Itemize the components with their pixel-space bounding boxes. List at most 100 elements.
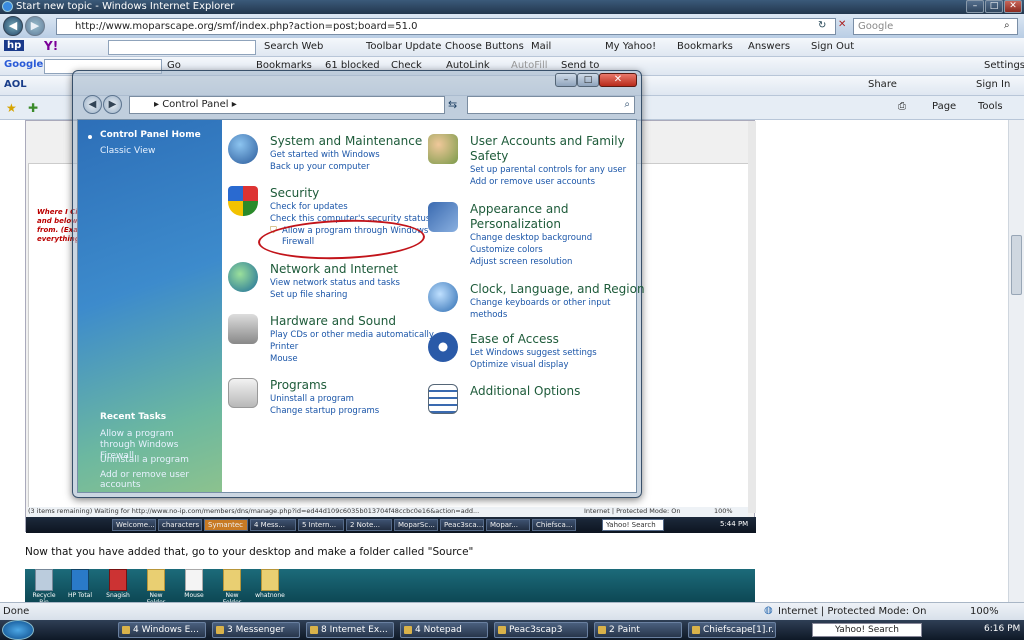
yahoo-search-input[interactable]	[108, 40, 256, 55]
cp-refresh-icon[interactable]: ⇆	[448, 98, 457, 111]
cat-link[interactable]: Change keyboards or other input	[470, 298, 610, 308]
cp-minimize-button[interactable]: –	[555, 73, 577, 87]
taskbar: 4 Windows E... 3 Messenger 8 Internet Ex…	[0, 620, 1024, 640]
yahoo-search-box[interactable]: Yahoo! Search	[812, 623, 922, 637]
cp-close-button[interactable]: ✕	[599, 73, 637, 87]
start-button[interactable]	[2, 620, 34, 640]
task-chiefscape[interactable]: Chiefscape[1].r...	[688, 622, 776, 638]
cat-link[interactable]: Change desktop background	[470, 233, 592, 243]
cp-home-link[interactable]: Control Panel Home	[100, 130, 201, 140]
zoom-level[interactable]: 100%	[970, 606, 999, 617]
yahoo-toolbar: hp Y! Search Web Toolbar Update Choose B…	[0, 38, 1024, 57]
cat-link[interactable]: Back up your computer	[270, 162, 370, 172]
cp-forward-button[interactable]: ▶	[103, 95, 122, 114]
back-button[interactable]: ◀	[3, 16, 23, 36]
globe-icon	[428, 282, 458, 312]
address-input[interactable]: http://www.moparscape.org/smf/index.php?…	[56, 18, 836, 35]
tools-button[interactable]: Tools	[978, 101, 1003, 112]
aol-logo: AOL	[4, 79, 27, 90]
cp-maximize-button[interactable]: □	[577, 73, 599, 87]
cat-link[interactable]: Mouse	[270, 354, 298, 364]
cat-title[interactable]: Appearance and	[470, 202, 568, 216]
cat-title[interactable]: System and Maintenance	[270, 134, 422, 148]
cat-link[interactable]: Set up parental controls for any user	[470, 165, 626, 175]
refresh-icon[interactable]: ↻	[818, 20, 826, 31]
sign-in-button[interactable]: Sign In	[976, 79, 1010, 90]
cat-link[interactable]: Play CDs or other media automatically	[270, 330, 434, 340]
task-internet-explorer[interactable]: 8 Internet Ex...	[306, 622, 394, 638]
cat-title[interactable]: Hardware and Sound	[270, 314, 396, 328]
page-button[interactable]: Page	[932, 101, 956, 112]
print-icon[interactable]: ⎙	[898, 101, 906, 112]
task-ie[interactable]: 4 Windows E...	[118, 622, 206, 638]
cp-back-button[interactable]: ◀	[83, 95, 102, 114]
post-caption: Now that you have added that, go to your…	[25, 546, 474, 558]
my-yahoo-button[interactable]: My Yahoo!	[605, 41, 656, 52]
search-web-button[interactable]: Search Web	[264, 41, 323, 52]
task-notepad[interactable]: 4 Notepad	[400, 622, 488, 638]
control-panel-window: – □ ✕ ◀ ▶ ▸ Control Panel ▸ ⇆ ⌕ Control …	[72, 70, 645, 498]
cat-title[interactable]: Security	[270, 186, 319, 200]
add-favorites-icon[interactable]: ✚	[28, 101, 38, 115]
forward-button[interactable]: ▶	[25, 16, 45, 36]
accessibility-icon	[428, 332, 458, 362]
status-bar: Done ◍ Internet | Protected Mode: On 100…	[0, 602, 1024, 620]
cat-link[interactable]: Adjust screen resolution	[470, 257, 572, 267]
choose-buttons-button[interactable]: Choose Buttons	[445, 41, 524, 52]
cat-link[interactable]: Optimize visual display	[470, 360, 568, 370]
cat-title-2[interactable]: Personalization	[470, 217, 561, 231]
clock: 6:16 PM	[984, 624, 1021, 634]
task-peac3scap3[interactable]: Peac3scap3	[494, 622, 588, 638]
classic-view-link[interactable]: Classic View	[100, 146, 155, 156]
cat-link[interactable]: Set up file sharing	[270, 290, 347, 300]
favorites-icon[interactable]: ★	[6, 101, 17, 115]
stop-icon[interactable]: ✕	[838, 19, 846, 30]
hp-logo: hp	[4, 40, 25, 51]
cp-address-bar[interactable]: ▸ Control Panel ▸	[129, 96, 445, 114]
cat-link[interactable]: Let Windows suggest settings	[470, 348, 597, 358]
recent-task-accounts[interactable]: Add or remove user accounts	[100, 470, 222, 490]
cat-title[interactable]: User Accounts and Family	[470, 134, 625, 148]
cat-link[interactable]: Customize colors	[470, 245, 543, 255]
cat-title[interactable]: Clock, Language, and Region	[470, 282, 645, 296]
bookmarks-button[interactable]: Bookmarks	[677, 41, 733, 52]
minimize-button[interactable]: –	[966, 0, 984, 13]
close-button[interactable]: ✕	[1004, 0, 1022, 13]
answers-button[interactable]: Answers	[748, 41, 790, 52]
cat-link[interactable]: View network status and tasks	[270, 278, 400, 288]
task-paint[interactable]: 2 Paint	[594, 622, 682, 638]
programs-icon	[228, 378, 258, 408]
recent-task-uninstall[interactable]: Uninstall a program	[100, 455, 189, 465]
cat-title-2[interactable]: Safety	[470, 149, 508, 163]
mail-button[interactable]: Mail	[531, 41, 551, 52]
toolbar-update-button[interactable]: Toolbar Update	[366, 41, 441, 52]
cat-link[interactable]: Change startup programs	[270, 406, 379, 416]
checklist-icon	[428, 384, 458, 414]
cp-content: Control Panel Home Classic View Recent T…	[77, 119, 645, 493]
cat-link[interactable]: Check for updates	[270, 202, 348, 212]
cat-title[interactable]: Network and Internet	[270, 262, 398, 276]
search-input[interactable]: Google	[853, 18, 1018, 35]
cat-title[interactable]: Additional Options	[470, 384, 580, 398]
printer-icon	[228, 314, 258, 344]
sign-out-button[interactable]: Sign Out	[811, 41, 854, 52]
embedded-scrollbar	[748, 121, 756, 513]
settings-button[interactable]: Settings	[984, 60, 1024, 71]
address-row: ◀ ▶ http://www.moparscape.org/smf/index.…	[0, 14, 1024, 38]
cat-link[interactable]: Add or remove user accounts	[470, 177, 595, 187]
cat-link[interactable]: Printer	[270, 342, 298, 352]
scroll-thumb[interactable]	[1011, 235, 1022, 295]
share-button[interactable]: Share	[868, 79, 897, 90]
cat-link[interactable]: methods	[470, 310, 507, 320]
page-scrollbar[interactable]	[1008, 120, 1024, 602]
status-text: Done	[3, 606, 30, 617]
maximize-button[interactable]: □	[985, 0, 1003, 13]
cat-title[interactable]: Ease of Access	[470, 332, 559, 346]
cat-link[interactable]: Get started with Windows	[270, 150, 380, 160]
cat-title[interactable]: Programs	[270, 378, 327, 392]
cp-search-input[interactable]: ⌕	[467, 96, 635, 114]
task-messenger[interactable]: 3 Messenger	[212, 622, 300, 638]
security-zone[interactable]: Internet | Protected Mode: On	[778, 606, 926, 617]
search-icon[interactable]: ⌕	[1004, 20, 1010, 31]
cat-link[interactable]: Uninstall a program	[270, 394, 354, 404]
